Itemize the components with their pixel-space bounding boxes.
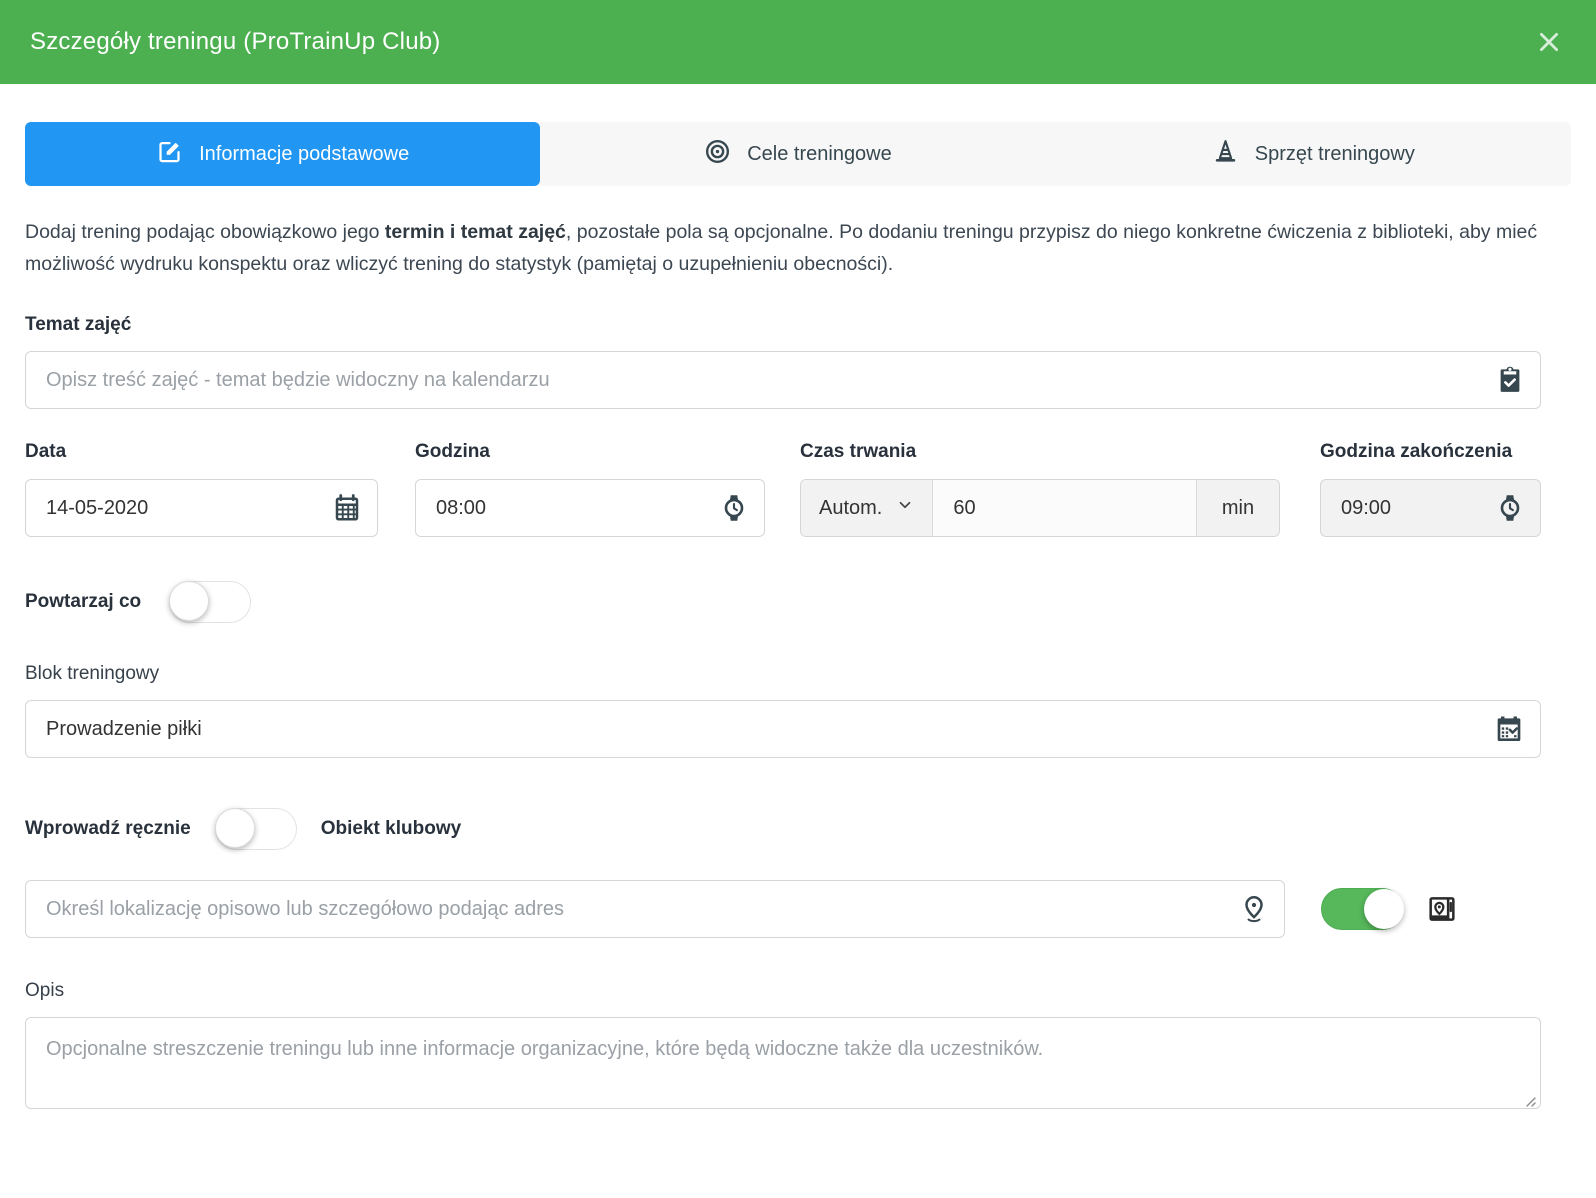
modal-header: Szczegóły treningu (ProTrainUp Club): [0, 0, 1596, 84]
intro-text: Dodaj trening podając obowiązkowo jego t…: [25, 216, 1541, 280]
modal-title: Szczegóły treningu (ProTrainUp Club): [30, 28, 440, 56]
topic-input[interactable]: [25, 351, 1541, 409]
tab-cele-treningowe[interactable]: Cele treningowe: [540, 122, 1055, 186]
schedule-row: Data Godzina Czas trwania: [25, 441, 1541, 537]
end-time-field: [1320, 479, 1541, 537]
date-label: Data: [25, 441, 378, 463]
date-field: [25, 479, 378, 537]
toggle-knob: [1364, 889, 1404, 929]
start-time-label: Godzina: [415, 441, 765, 463]
manual-entry-toggle[interactable]: [215, 808, 297, 850]
training-details-modal: Szczegóły treningu (ProTrainUp Club) Inf…: [0, 0, 1596, 1114]
duration-mode-select[interactable]: Autom.: [801, 480, 933, 536]
duration-mode-value: Autom.: [819, 497, 882, 520]
training-form: Temat zajęć Data Godzina: [0, 314, 1596, 1114]
repeat-label: Powtarzaj co: [25, 591, 141, 613]
tab-informacje-podstawowe[interactable]: Informacje podstawowe: [25, 122, 540, 186]
topic-field: [25, 351, 1541, 409]
duration-input[interactable]: [933, 480, 1196, 536]
date-column: Data: [25, 441, 378, 537]
location-input[interactable]: [25, 880, 1285, 938]
description-textarea[interactable]: [25, 1017, 1541, 1109]
description-field: [25, 1017, 1541, 1114]
duration-group: Autom. min: [800, 479, 1280, 537]
club-facility-toggle[interactable]: [1321, 888, 1403, 930]
training-block-field: [25, 700, 1541, 758]
tab-sprzet-treningowy[interactable]: Sprzęt treningowy: [1056, 122, 1571, 186]
training-block-label: Blok treningowy: [25, 663, 1541, 685]
end-time-label: Godzina zakończenia: [1320, 441, 1541, 463]
toggle-knob: [215, 808, 255, 848]
target-icon: [704, 138, 731, 171]
description-label: Opis: [25, 980, 1541, 1002]
manual-entry-label: Wprowadź ręcznie: [25, 818, 191, 840]
location-field: [25, 880, 1285, 938]
start-time-field: [415, 479, 765, 537]
repeat-toggle[interactable]: [169, 581, 251, 623]
close-icon: [1536, 43, 1562, 58]
location-row: [25, 880, 1541, 938]
calendar-icon[interactable]: [332, 493, 362, 523]
watch-icon[interactable]: [1495, 493, 1525, 523]
calendar-dates-icon[interactable]: [1493, 713, 1525, 745]
topic-label: Temat zajęć: [25, 314, 1541, 336]
tab-bar: Informacje podstawowe Cele treningowe Sp…: [25, 122, 1571, 186]
date-input[interactable]: [25, 479, 378, 537]
duration-label: Czas trwania: [800, 441, 1280, 463]
close-button[interactable]: [1532, 25, 1566, 59]
map-pin-icon[interactable]: [1239, 894, 1269, 924]
duration-column: Czas trwania Autom. min: [800, 441, 1280, 537]
manual-location-row: Wprowadź ręcznie Obiekt klubowy: [25, 808, 1541, 850]
repeat-row: Powtarzaj co: [25, 581, 1541, 623]
tab-label: Informacje podstawowe: [199, 143, 409, 166]
tab-label: Sprzęt treningowy: [1255, 143, 1415, 166]
clipboard-check-icon[interactable]: [1495, 365, 1525, 395]
map-location-icon[interactable]: [1426, 893, 1458, 925]
duration-unit: min: [1196, 480, 1279, 536]
watch-icon[interactable]: [719, 493, 749, 523]
intro-before: Dodaj trening podając obowiązkowo jego: [25, 221, 385, 243]
tab-label: Cele treningowe: [747, 143, 892, 166]
cone-icon: [1212, 138, 1239, 171]
training-block-input[interactable]: [25, 700, 1541, 758]
intro-bold: termin i temat zajęć: [385, 221, 566, 243]
end-time-column: Godzina zakończenia: [1320, 441, 1541, 537]
chevron-down-icon: [896, 496, 914, 520]
start-time-input[interactable]: [415, 479, 765, 537]
toggle-knob: [169, 581, 209, 621]
resize-handle[interactable]: [1522, 1093, 1536, 1107]
club-facility-label: Obiekt klubowy: [321, 818, 461, 840]
edit-icon: [156, 138, 183, 171]
start-time-column: Godzina: [415, 441, 765, 537]
